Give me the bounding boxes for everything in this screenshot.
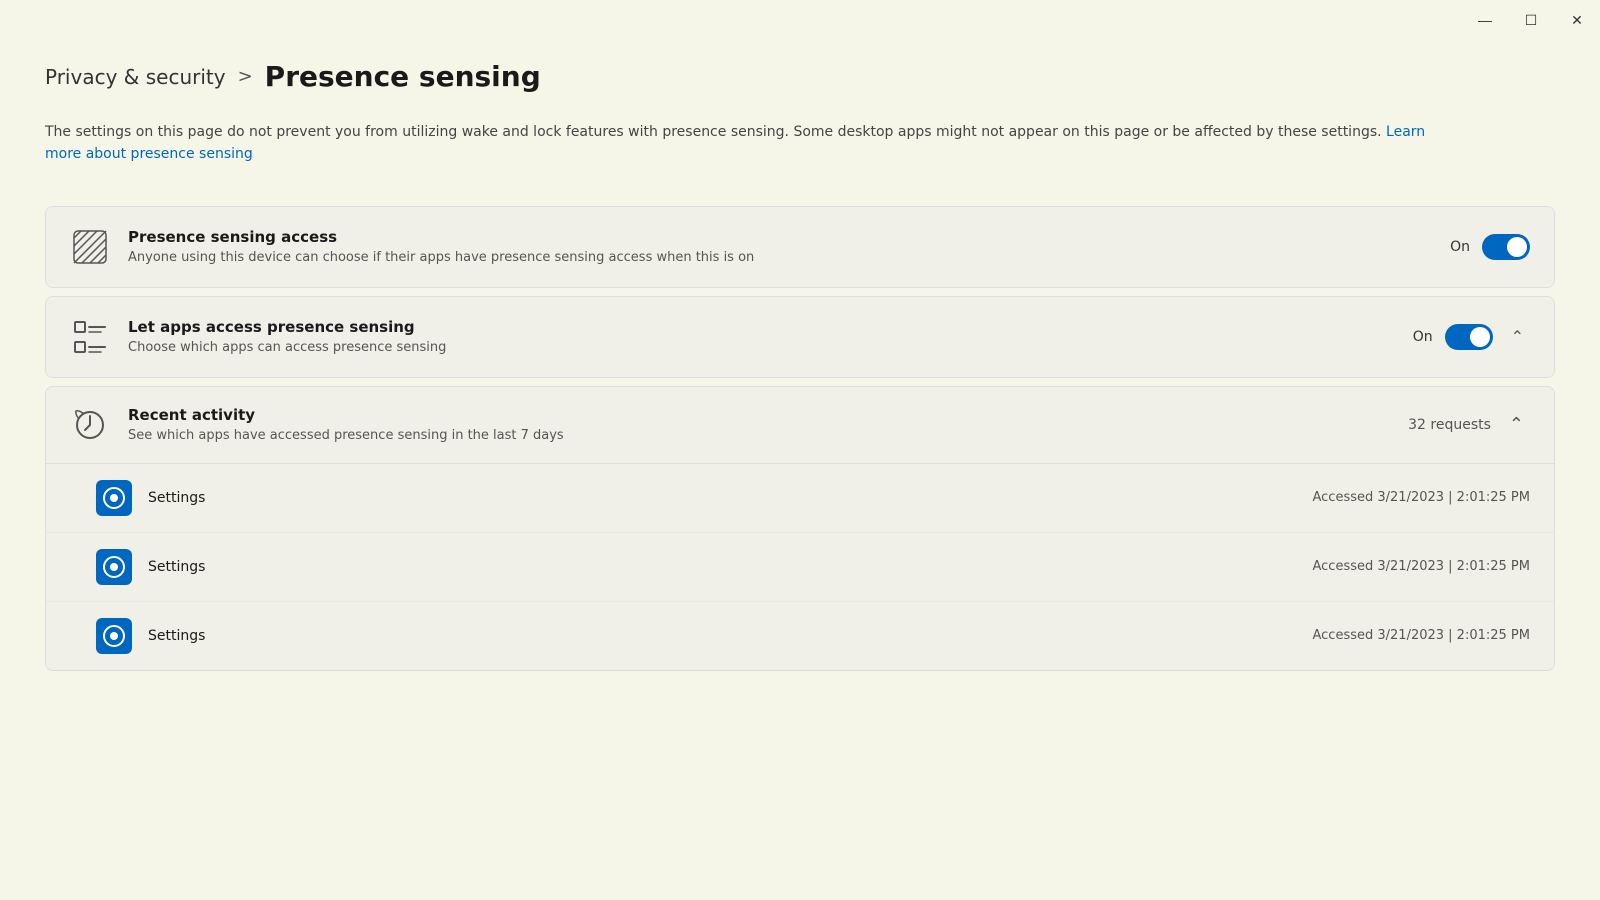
activity-entry-3: Settings Accessed 3/21/2023 | 2:01:25 PM xyxy=(46,602,1554,670)
recent-activity-chevron[interactable]: ⌃ xyxy=(1503,410,1530,439)
breadcrumb-current: Presence sensing xyxy=(265,60,541,93)
page-description: The settings on this page do not prevent… xyxy=(45,121,1445,166)
apps-icon xyxy=(73,320,107,354)
presence-icon xyxy=(73,230,107,264)
settings-icon-inner-1 xyxy=(103,487,125,509)
window: — ☐ ✕ Privacy & security > Presence sens… xyxy=(0,0,1600,900)
activity-access-time-3: Accessed 3/21/2023 | 2:01:25 PM xyxy=(1313,628,1531,643)
presence-access-desc: Anyone using this device can choose if t… xyxy=(128,250,1450,265)
recent-activity-header[interactable]: Recent activity See which apps have acce… xyxy=(46,387,1554,464)
apps-access-label: On xyxy=(1413,329,1433,345)
recent-activity-title: Recent activity xyxy=(128,406,1408,424)
breadcrumb: Privacy & security > Presence sensing xyxy=(45,60,1555,93)
presence-access-section: Presence sensing access Anyone using thi… xyxy=(45,206,1555,288)
recent-activity-desc: See which apps have accessed presence se… xyxy=(128,428,1408,443)
apps-access-text: Let apps access presence sensing Choose … xyxy=(128,318,1413,355)
presence-access-control: On xyxy=(1450,234,1530,260)
apps-access-toggle[interactable] xyxy=(1445,324,1493,350)
request-count-badge: 32 requests xyxy=(1408,417,1491,433)
recent-activity-icon xyxy=(70,405,110,445)
settings-app-icon-3 xyxy=(96,618,132,654)
settings-icon-inner-2 xyxy=(103,556,125,578)
minimize-button[interactable]: — xyxy=(1462,0,1508,40)
apps-access-desc: Choose which apps can access presence se… xyxy=(128,340,1413,355)
settings-app-icon-2 xyxy=(96,549,132,585)
activity-app-name-2: Settings xyxy=(148,559,205,575)
close-button[interactable]: ✕ xyxy=(1554,0,1600,40)
titlebar: — ☐ ✕ xyxy=(1462,0,1600,40)
presence-access-toggle[interactable] xyxy=(1482,234,1530,260)
settings-icon-inner-3 xyxy=(103,625,125,647)
recent-activity-control: 32 requests ⌃ xyxy=(1408,410,1530,439)
activity-app-name-1: Settings xyxy=(148,490,205,506)
recent-activity-text: Recent activity See which apps have acce… xyxy=(128,406,1408,443)
toggle-knob xyxy=(1507,237,1527,257)
apps-access-control: On ⌃ xyxy=(1413,323,1530,351)
presence-access-text: Presence sensing access Anyone using thi… xyxy=(128,228,1450,265)
activity-entry-2: Settings Accessed 3/21/2023 | 2:01:25 PM xyxy=(46,533,1554,602)
page-content: Privacy & security > Presence sensing Th… xyxy=(0,0,1600,711)
activity-access-time-1: Accessed 3/21/2023 | 2:01:25 PM xyxy=(1313,490,1531,505)
recent-activity-section: Recent activity See which apps have acce… xyxy=(45,386,1555,671)
breadcrumb-separator: > xyxy=(238,66,253,87)
history-icon xyxy=(73,408,107,442)
apps-access-icon xyxy=(70,317,110,357)
presence-access-title: Presence sensing access xyxy=(128,228,1450,246)
presence-access-icon xyxy=(70,227,110,267)
apps-access-row: Let apps access presence sensing Choose … xyxy=(46,297,1554,377)
activity-app-name-3: Settings xyxy=(148,628,205,644)
maximize-button[interactable]: ☐ xyxy=(1508,0,1554,40)
activity-entry-1: Settings Accessed 3/21/2023 | 2:01:25 PM xyxy=(46,464,1554,533)
breadcrumb-parent[interactable]: Privacy & security xyxy=(45,65,226,89)
apps-access-chevron[interactable]: ⌃ xyxy=(1505,323,1530,351)
apps-access-title: Let apps access presence sensing xyxy=(128,318,1413,336)
apps-access-section: Let apps access presence sensing Choose … xyxy=(45,296,1555,378)
activity-access-time-2: Accessed 3/21/2023 | 2:01:25 PM xyxy=(1313,559,1531,574)
apps-toggle-knob xyxy=(1470,327,1490,347)
settings-app-icon-1 xyxy=(96,480,132,516)
presence-access-row: Presence sensing access Anyone using thi… xyxy=(46,207,1554,287)
presence-access-label: On xyxy=(1450,239,1470,255)
